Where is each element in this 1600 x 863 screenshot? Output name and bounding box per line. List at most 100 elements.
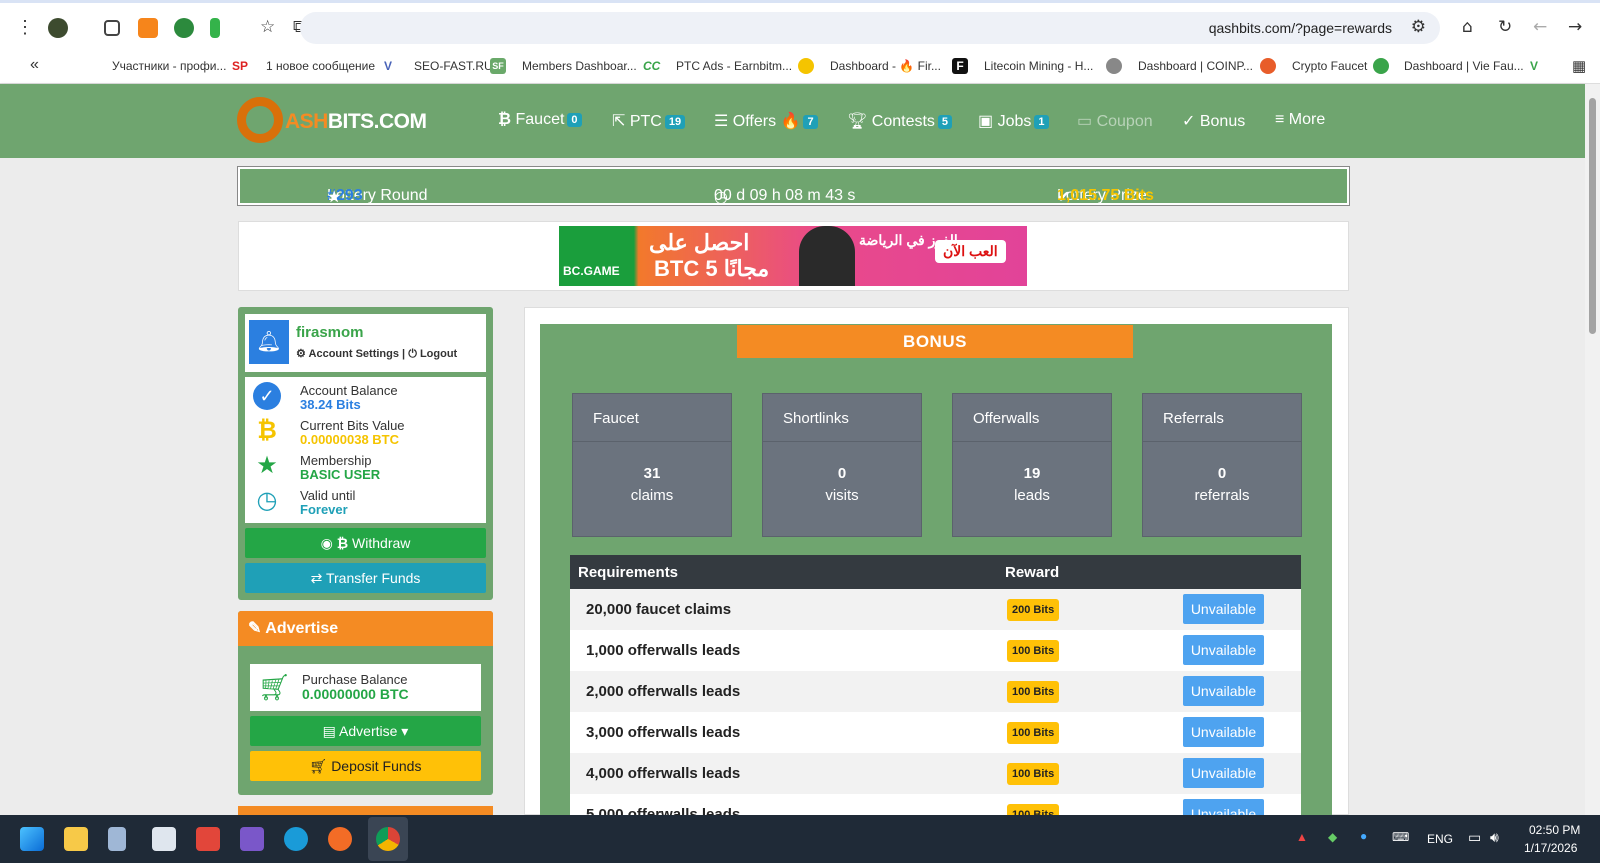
bookmark-item[interactable]: SEO-FAST.RU — [414, 59, 493, 73]
table-row: 20,000 faucet claims 200 Bits Unvailable — [570, 589, 1301, 630]
notepad-icon[interactable] — [108, 827, 126, 851]
withdraw-button[interactable]: ◉ ₿ Withdraw — [245, 528, 486, 558]
ad-banner[interactable]: BC.GAME احصل على BTC 5 مجانًا الفوز في ا… — [559, 226, 1027, 286]
bell-icon[interactable]: 🔔︎ — [249, 320, 289, 364]
ad-cta-button[interactable]: العب الآن — [935, 240, 1006, 263]
bookmark-item[interactable]: PTC Ads - Earnbitm... — [676, 59, 792, 73]
back-icon[interactable]: ← — [1533, 17, 1547, 37]
clock-time[interactable]: 02:50 PM — [1529, 823, 1580, 837]
bookmark-favicon — [798, 58, 814, 74]
unavailable-button[interactable]: Unvailable — [1183, 635, 1264, 665]
home-icon[interactable]: ⌂ — [1462, 17, 1473, 37]
unavailable-button[interactable]: Unvailable — [1183, 676, 1264, 706]
column-reward: Reward — [1005, 564, 1060, 581]
extension-icon[interactable] — [48, 18, 68, 38]
firefox-icon[interactable] — [328, 827, 352, 851]
bitcoin-icon: ₿ — [336, 535, 349, 551]
keyboard-icon[interactable]: ⌨ — [1392, 830, 1409, 844]
advertise-dropdown-button[interactable]: ▤ Advertise ▾ — [250, 716, 481, 746]
trophy-icon: 🏆︎ — [847, 113, 868, 130]
nav-bonus[interactable]: ✓ Bonus — [1182, 111, 1245, 131]
extensions-puzzle-icon[interactable] — [104, 20, 120, 36]
clock-date[interactable]: 1/17/2026 — [1524, 841, 1577, 855]
username: firasmom — [296, 324, 364, 341]
edge-icon[interactable] — [284, 827, 308, 851]
unavailable-button[interactable]: Unvailable — [1183, 717, 1264, 747]
requirements-table: Requirements Reward 20,000 faucet claims… — [570, 555, 1301, 815]
stat-card-referrals: Referrals 0 referrals — [1142, 393, 1302, 537]
membership-value: BASIC USER — [300, 467, 381, 482]
reward-badge: 100 Bits — [1007, 722, 1060, 744]
menu-icon: ≡ — [1275, 111, 1285, 128]
deposit-funds-button[interactable]: 🛒︎ Deposit Funds — [250, 751, 481, 781]
bookmarks-collapse-icon[interactable]: « — [30, 56, 39, 74]
app-icon[interactable] — [152, 827, 176, 851]
purchase-balance: 0.00000000 BTC — [302, 686, 409, 702]
bits-value: 0.00000038 BTC — [300, 432, 400, 447]
nav-faucet[interactable]: ₿ Faucet 0 — [498, 111, 582, 129]
advertise-panel: ✎ Advertise 🛒︎ Purchase Balance 0.000000… — [238, 611, 493, 795]
all-bookmarks-icon[interactable]: ▦ — [1572, 57, 1586, 75]
bookmark-star-icon[interactable]: ☆ — [260, 17, 275, 37]
ad-person-image — [799, 226, 855, 286]
store-icon[interactable] — [64, 827, 88, 851]
page-scrollbar[interactable] — [1585, 84, 1600, 815]
bookmark-favicon: F — [952, 58, 968, 74]
unavailable-button[interactable]: Unvailable — [1183, 758, 1264, 788]
extension-icon[interactable] — [174, 18, 194, 38]
bookmark-item[interactable]: Dashboard | Vie Fau... — [1404, 59, 1524, 73]
nav-more[interactable]: ≡ More — [1275, 111, 1325, 129]
bookmark-favicon: V — [1529, 59, 1538, 73]
url-text: qashbits.com/?page=rewards — [1208, 20, 1392, 36]
reload-icon[interactable]: ↻ — [1498, 17, 1512, 37]
transfer-funds-button[interactable]: ⇄ Transfer Funds — [245, 563, 486, 593]
gear-icon: ⚙ — [296, 348, 306, 360]
app-icon[interactable] — [196, 827, 220, 851]
site-logo-icon[interactable] — [237, 97, 283, 143]
stat-card-offerwalls: Offerwalls 19 leads — [952, 393, 1112, 537]
account-settings-link[interactable]: Account Settings — [309, 348, 399, 360]
nav-jobs[interactable]: ▣ Jobs 1 — [978, 111, 1049, 131]
language-indicator[interactable]: ENG — [1427, 832, 1453, 846]
cart-icon: 🛒︎ — [258, 672, 292, 702]
site-settings-icon[interactable]: ⚙ — [1411, 17, 1426, 37]
bookmark-item[interactable]: Dashboard - 🔥 Fir... — [830, 59, 941, 73]
bookmark-item[interactable]: Crypto Faucet — [1292, 59, 1367, 73]
metamask-icon[interactable] — [138, 18, 158, 38]
app-icon[interactable] — [240, 827, 264, 851]
bookmark-favicon — [1373, 58, 1389, 74]
reward-badge: 100 Bits — [1007, 763, 1060, 785]
bookmark-item[interactable]: Dashboard | COINP... — [1138, 59, 1253, 73]
bookmark-item[interactable]: Litecoin Mining - H... — [984, 59, 1093, 73]
tray-icon[interactable]: ▲ — [1296, 830, 1308, 844]
windows-start-icon[interactable] — [20, 827, 44, 851]
address-bar[interactable]: qashbits.com/?page=rewards ⚙ — [300, 12, 1440, 44]
logout-link[interactable]: Logout — [420, 348, 457, 360]
table-row: 4,000 offerwalls leads 100 Bits Unvailab… — [570, 753, 1301, 794]
bookmark-item[interactable]: Members Dashboar... — [522, 59, 637, 73]
site-logo[interactable]: ASHBITS.COM — [285, 110, 427, 134]
reward-badge: 100 Bits — [1007, 804, 1060, 815]
browser-menu-icon[interactable]: ⋮ — [16, 17, 34, 38]
volume-icon[interactable]: 🔊︎ — [1490, 829, 1499, 846]
exchange-icon: ⇄ — [310, 570, 323, 586]
nav-offers[interactable]: ☰ Offers 🔥 7 — [714, 111, 818, 131]
briefcase-icon: ▣ — [978, 113, 994, 130]
bookmark-item[interactable]: Участники - профи... — [112, 59, 226, 73]
tray-icon[interactable]: ● — [1360, 829, 1367, 843]
nav-badge: 7 — [803, 115, 818, 129]
nav-coupon[interactable]: ▭ Coupon — [1077, 111, 1153, 131]
scroll-thumb[interactable] — [1589, 98, 1596, 334]
network-icon[interactable]: ▭ — [1468, 829, 1481, 846]
taskbar: ▲ ◆ ● ⌨ ENG ▭ 🔊︎ 02:50 PM 1/17/2026 — [0, 815, 1600, 863]
forward-icon[interactable]: → — [1568, 17, 1582, 37]
extension-icon[interactable] — [210, 18, 220, 38]
nav-ptc[interactable]: ⇱ PTC 19 — [612, 111, 686, 131]
nav-contests[interactable]: 🏆︎ Contests 5 — [847, 111, 953, 131]
chrome-icon[interactable] — [376, 827, 400, 851]
unavailable-button[interactable]: Unvailable — [1183, 799, 1264, 815]
unavailable-button[interactable]: Unvailable — [1183, 594, 1264, 624]
bookmark-item[interactable]: 1 новое сообщение — [266, 59, 375, 73]
tray-icon[interactable]: ◆ — [1328, 830, 1337, 844]
advertise-header: ✎ Advertise — [238, 611, 493, 646]
